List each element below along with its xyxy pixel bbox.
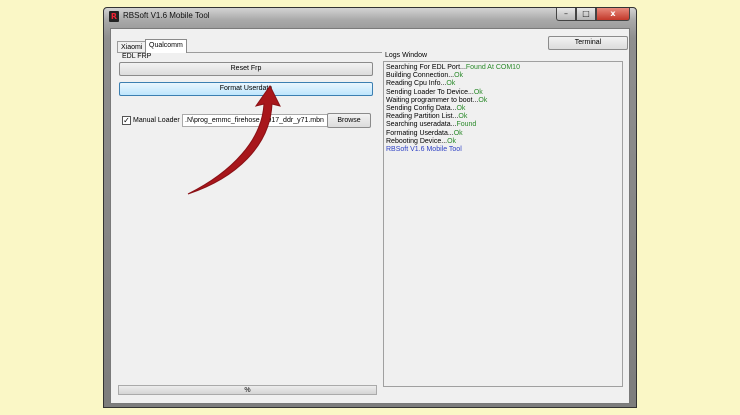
log-line: Rebooting Device...Ok (386, 137, 457, 145)
log-line: Sending Loader To Device...Ok (386, 88, 483, 96)
progress-label: % (244, 387, 251, 394)
title-bar[interactable]: R RBSoft V1.6 Mobile Tool – □ x (104, 8, 636, 26)
reset-frp-button[interactable]: Reset Frp (119, 62, 373, 76)
close-button[interactable]: x (596, 8, 630, 21)
log-line: Reading Cpu Info...Ok (386, 80, 456, 88)
log-line: Reading Partition List...Ok (386, 113, 468, 121)
window-title: RBSoft V1.6 Mobile Tool (123, 11, 210, 20)
logs-window[interactable]: Searching For EDL Port...Found At COM10 … (383, 61, 623, 387)
main-panel: Xiaomi Qualcomm Terminal EDL FRP Reset F… (110, 28, 630, 404)
log-line: Building Connection...Ok (386, 72, 464, 80)
terminal-button[interactable]: Terminal (548, 36, 628, 50)
log-line: Sending Config Data...Ok (386, 105, 466, 113)
minimize-button[interactable]: – (556, 8, 576, 21)
progress-bar: % (118, 385, 377, 395)
logs-window-label: Logs Window (385, 52, 428, 59)
browse-button[interactable]: Browse (327, 113, 371, 128)
app-window: R RBSoft V1.6 Mobile Tool – □ x Xiaomi Q… (103, 7, 637, 408)
log-line: Formating Userdata...Ok (386, 129, 463, 137)
log-footer-line: RBSoft V1.6 Mobile Tool (386, 146, 462, 154)
manual-loader-checkbox[interactable]: ✓ (122, 116, 131, 125)
maximize-button[interactable]: □ (576, 8, 596, 21)
app-logo-icon: R (109, 11, 119, 22)
format-userdata-button[interactable]: Format Userdata (119, 82, 373, 96)
log-line: Searching useradata...Found (386, 121, 477, 129)
edl-frp-label: EDL FRP (122, 53, 152, 60)
log-line: Waiting programmer to boot...Ok (386, 96, 488, 104)
tab-qualcomm[interactable]: Qualcomm (145, 39, 187, 53)
manual-loader-label: Manual Loader (133, 117, 180, 124)
log-line: Searching For EDL Port...Found At COM10 (386, 64, 520, 71)
loader-path-input[interactable]: .N\prog_emmc_firehose_8917_ddr_y71.mbn (182, 114, 328, 127)
